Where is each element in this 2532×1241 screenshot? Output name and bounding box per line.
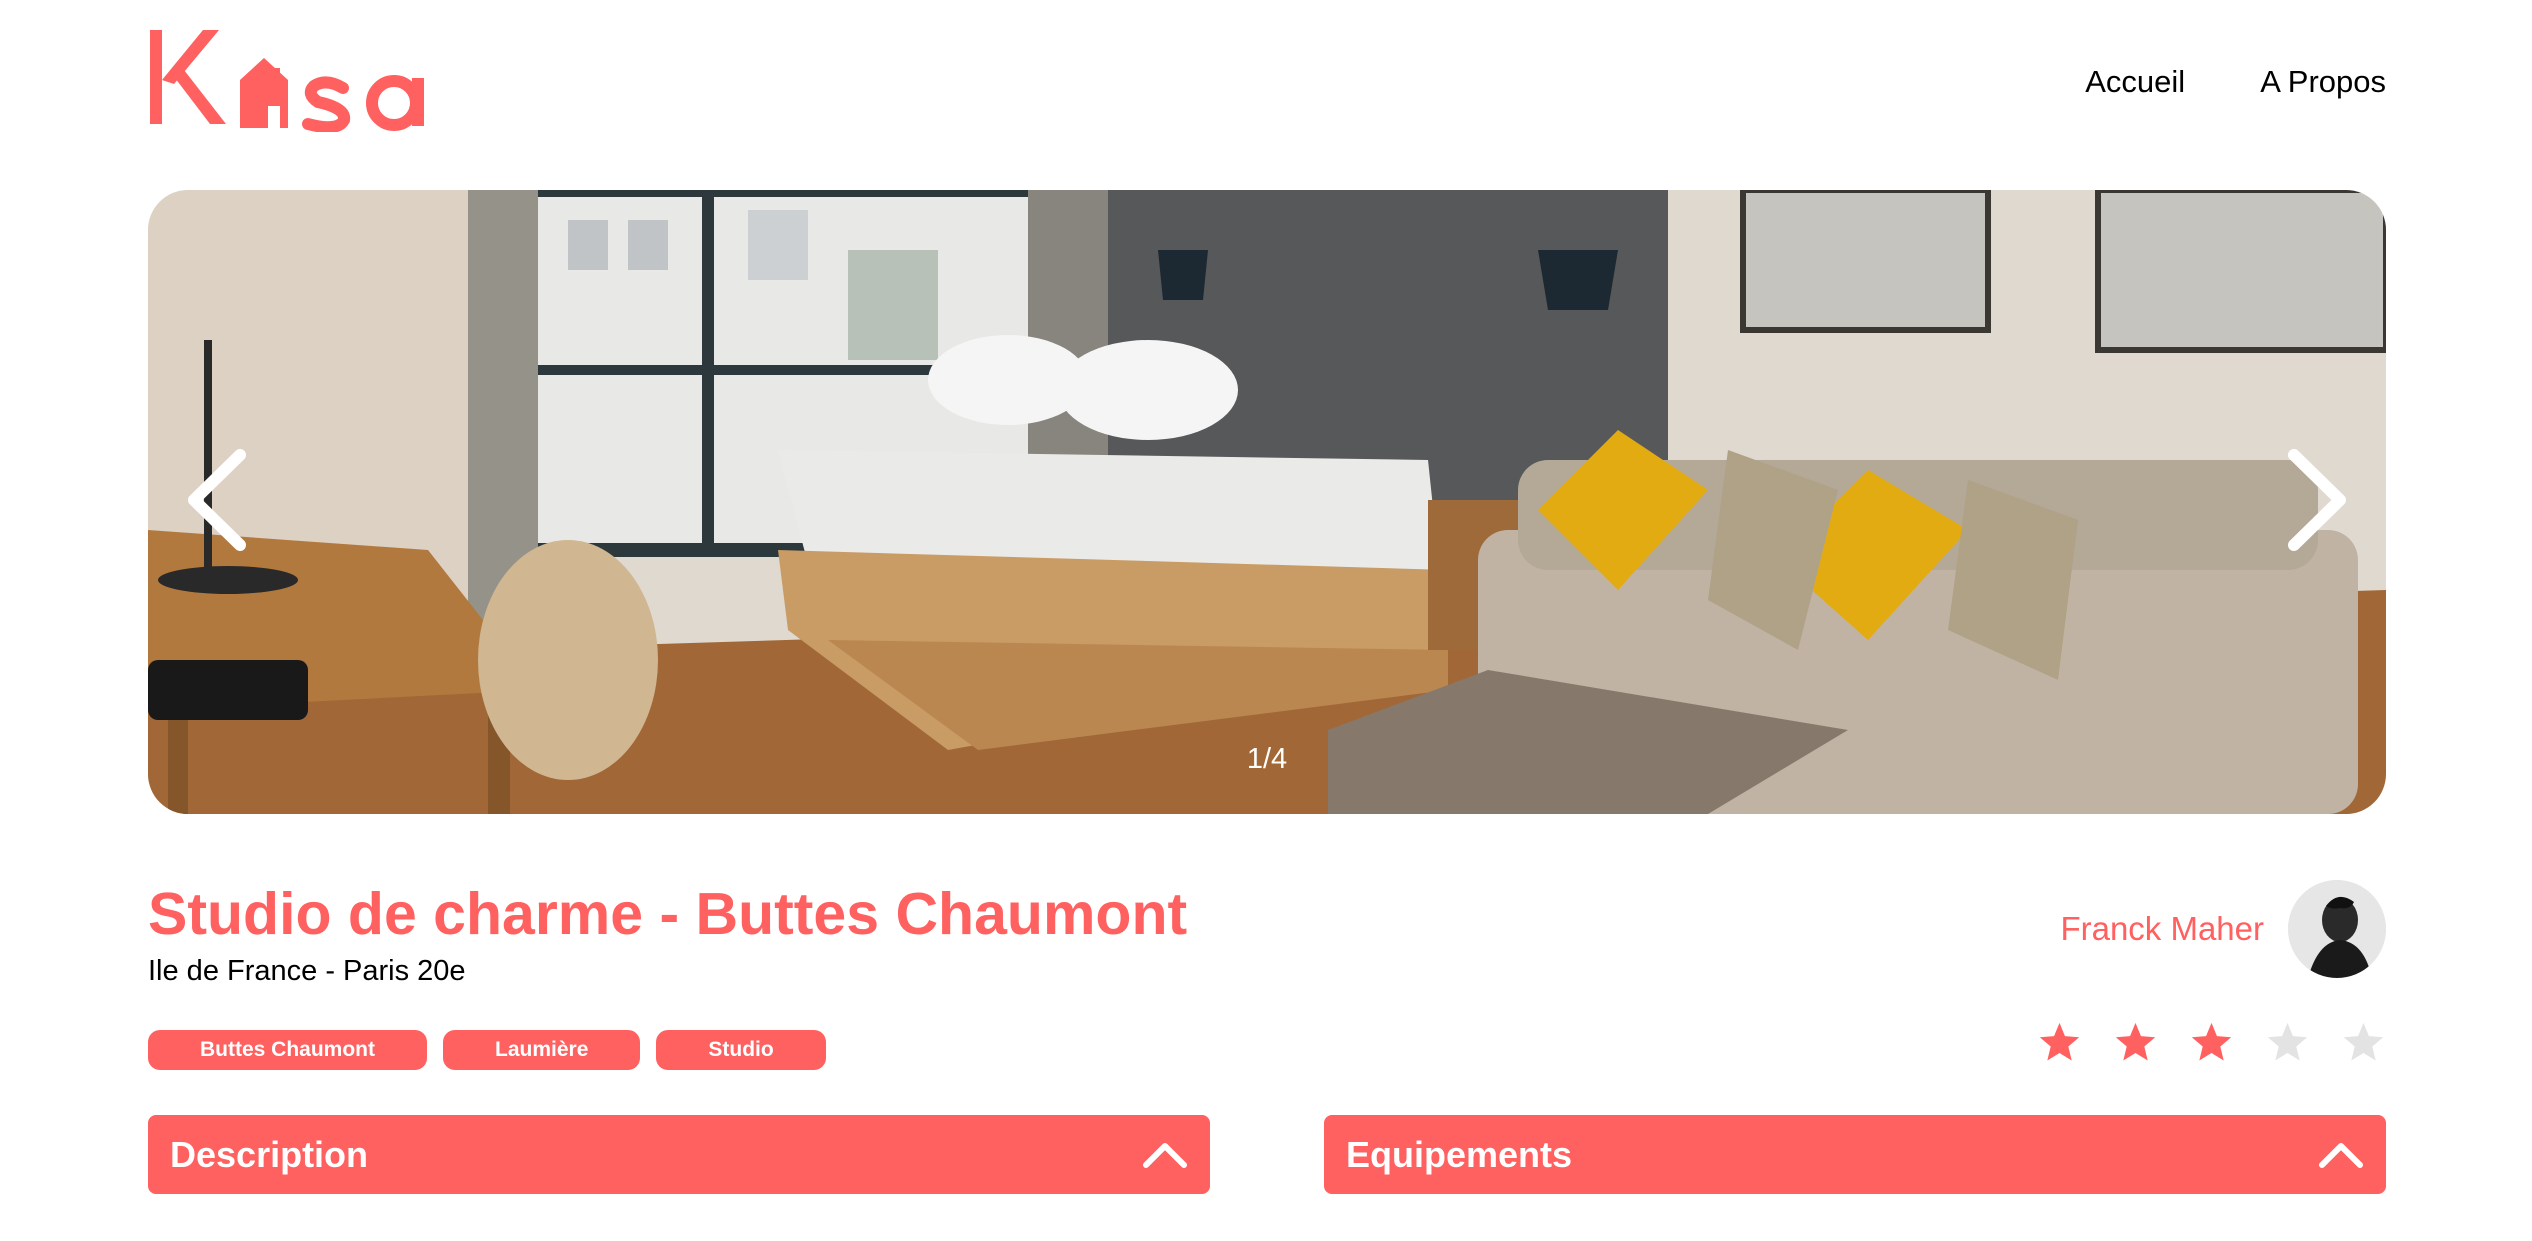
host-name: Franck Maher <box>2060 910 2264 947</box>
host-info: Franck Maher <box>2060 880 2386 978</box>
host-avatar <box>2288 880 2386 978</box>
listing-photo <box>148 190 2386 814</box>
carousel-prev-button[interactable] <box>162 430 272 570</box>
tag-item: Laumière <box>443 1030 641 1070</box>
chevron-up-icon <box>2319 1142 2363 1168</box>
collapse-title: Equipements <box>1346 1133 1573 1175</box>
equipements-collapse[interactable]: Equipements <box>1324 1115 2386 1194</box>
collapse-title: Description <box>170 1133 369 1175</box>
host-avatar-image <box>2288 880 2386 978</box>
chevron-right-icon <box>2288 449 2346 551</box>
kasa-logo[interactable] <box>148 28 468 134</box>
nav-link-home[interactable]: Accueil <box>2085 64 2185 100</box>
listing-title: Studio de charme - Buttes Chaumont <box>148 881 1188 947</box>
chevron-up-icon <box>1143 1142 1187 1168</box>
tag-list: Buttes Chaumont Laumière Studio <box>148 1030 826 1070</box>
description-collapse[interactable]: Description <box>148 1115 1210 1194</box>
site-header: Accueil A Propos <box>148 28 2386 134</box>
carousel-next-button[interactable] <box>2262 430 2372 570</box>
listing-location: Ile de France - Paris 20e <box>148 955 466 987</box>
star-icon <box>2267 1022 2308 1061</box>
tag-item: Buttes Chaumont <box>148 1030 427 1070</box>
rating-stars <box>2037 1020 2386 1065</box>
image-carousel: 1/4 <box>148 190 2386 814</box>
star-icon <box>2191 1022 2232 1061</box>
kasa-logo-graphic <box>150 30 424 134</box>
star-icon <box>2039 1022 2080 1061</box>
tag-item: Studio <box>656 1030 826 1070</box>
star-icon <box>2115 1022 2156 1061</box>
main-nav: Accueil A Propos <box>2085 64 2386 100</box>
carousel-counter: 1/4 <box>1246 743 1288 775</box>
chevron-left-icon <box>188 449 246 551</box>
star-icon <box>2343 1022 2384 1061</box>
nav-link-about[interactable]: A Propos <box>2260 64 2386 100</box>
